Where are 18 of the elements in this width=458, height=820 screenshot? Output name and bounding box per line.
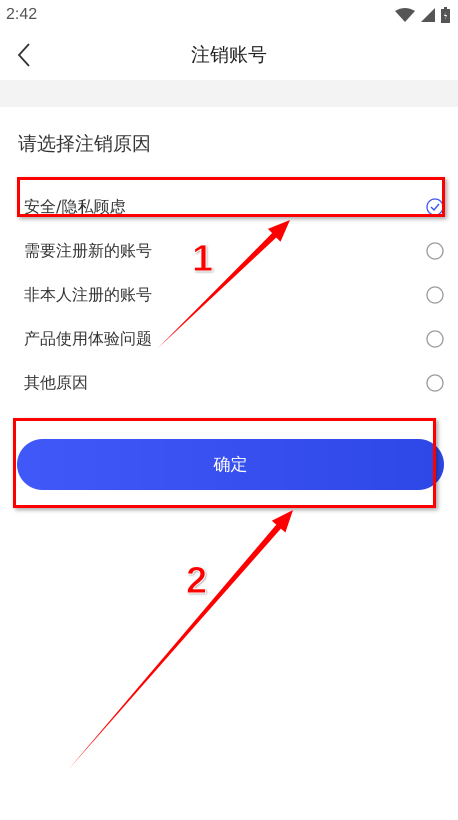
radio-icon[interactable] bbox=[426, 286, 444, 304]
reason-option[interactable]: 产品使用体验问题 bbox=[24, 328, 152, 350]
wifi-icon bbox=[395, 8, 415, 22]
reason-option[interactable]: 安全/隐私顾虑 bbox=[24, 196, 126, 218]
reason-option[interactable]: 非本人注册的账号 bbox=[24, 284, 152, 306]
status-time: 2:42 bbox=[6, 6, 38, 24]
page-title: 注销账号 bbox=[191, 43, 267, 68]
confirm-button[interactable]: 确定 bbox=[17, 439, 444, 490]
reason-option[interactable]: 需要注册新的账号 bbox=[24, 240, 152, 262]
radio-icon[interactable] bbox=[426, 242, 444, 260]
radio-icon[interactable] bbox=[426, 330, 444, 348]
radio-checked-icon[interactable] bbox=[426, 198, 444, 216]
back-icon[interactable] bbox=[17, 43, 31, 67]
section-title: 请选择注销原因 bbox=[17, 132, 152, 157]
battery-icon bbox=[441, 7, 450, 23]
radio-icon[interactable] bbox=[426, 374, 444, 392]
reason-option[interactable]: 其他原因 bbox=[24, 372, 88, 394]
signal-icon bbox=[421, 8, 435, 22]
